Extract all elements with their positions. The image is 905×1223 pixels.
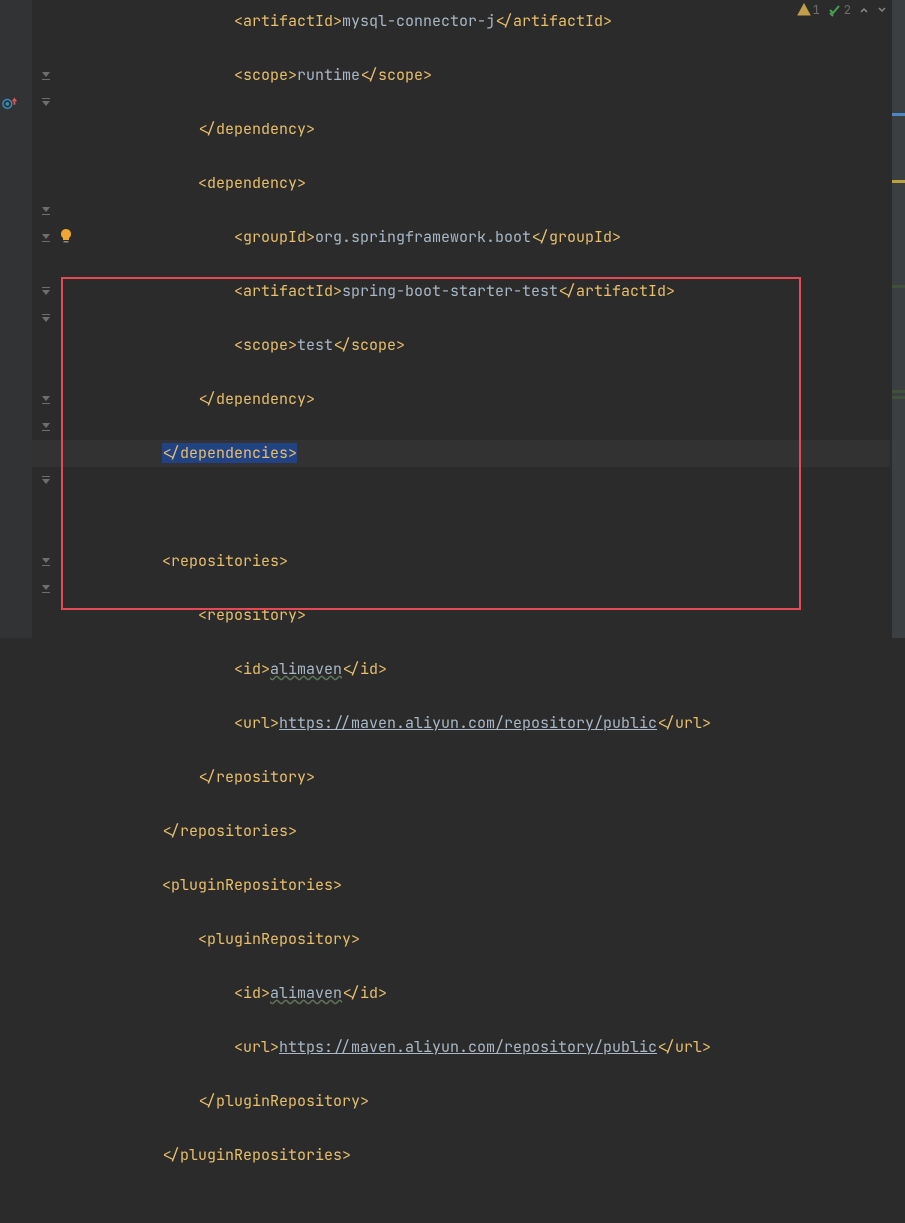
- scrollbar-mark[interactable]: [892, 180, 905, 183]
- scrollbar-mark[interactable]: [892, 285, 905, 288]
- code-line[interactable]: <pluginRepositories>: [32, 872, 890, 899]
- check-count: 2: [844, 2, 851, 18]
- editor-scrollbar[interactable]: [892, 0, 905, 638]
- code-line[interactable]: [32, 1196, 890, 1223]
- warning-indicator[interactable]: 1: [797, 2, 820, 18]
- chevron-up-icon[interactable]: [859, 5, 869, 15]
- run-gutter-icon[interactable]: [2, 95, 18, 111]
- code-line[interactable]: <repository>: [32, 602, 890, 629]
- check-icon: [828, 3, 842, 17]
- code-line[interactable]: </pluginRepositories>: [32, 1142, 890, 1169]
- scrollbar-mark[interactable]: [892, 390, 905, 393]
- inspection-status-bar[interactable]: 1 2: [797, 2, 887, 18]
- code-line[interactable]: </dependencies>: [32, 440, 890, 467]
- intention-bulb-icon[interactable]: [58, 228, 74, 244]
- code-line[interactable]: </dependency>: [32, 386, 890, 413]
- code-line[interactable]: </pluginRepository>: [32, 1088, 890, 1115]
- editor-gutter[interactable]: [0, 0, 32, 638]
- check-indicator[interactable]: 2: [828, 2, 851, 18]
- code-line[interactable]: <id>alimaven</id>: [32, 656, 890, 683]
- code-line[interactable]: <url>https://maven.aliyun.com/repository…: [32, 710, 890, 737]
- code-line[interactable]: </repository>: [32, 764, 890, 791]
- scrollbar-mark[interactable]: [892, 396, 905, 399]
- code-line[interactable]: </repositories>: [32, 818, 890, 845]
- code-line[interactable]: <dependency>: [32, 170, 890, 197]
- code-line[interactable]: <url>https://maven.aliyun.com/repository…: [32, 1034, 890, 1061]
- code-line[interactable]: <id>alimaven</id>: [32, 980, 890, 1007]
- warning-count: 1: [813, 2, 820, 18]
- code-line[interactable]: <scope>test</scope>: [32, 332, 890, 359]
- chevron-down-icon[interactable]: [877, 5, 887, 15]
- code-editor[interactable]: <artifactId>mysql-connector-j</artifactI…: [32, 0, 890, 638]
- code-line[interactable]: <artifactId>spring-boot-starter-test</ar…: [32, 278, 890, 305]
- scrollbar-mark[interactable]: [892, 113, 905, 116]
- code-line[interactable]: <artifactId>mysql-connector-j</artifactI…: [32, 8, 890, 35]
- warning-icon: [797, 3, 811, 17]
- code-line[interactable]: <pluginRepository>: [32, 926, 890, 953]
- code-line[interactable]: <repositories>: [32, 548, 890, 575]
- code-line[interactable]: </dependency>: [32, 116, 890, 143]
- code-line[interactable]: <scope>runtime</scope>: [32, 62, 890, 89]
- code-line[interactable]: <groupId>org.springframework.boot</group…: [32, 224, 890, 251]
- code-line[interactable]: [32, 494, 890, 521]
